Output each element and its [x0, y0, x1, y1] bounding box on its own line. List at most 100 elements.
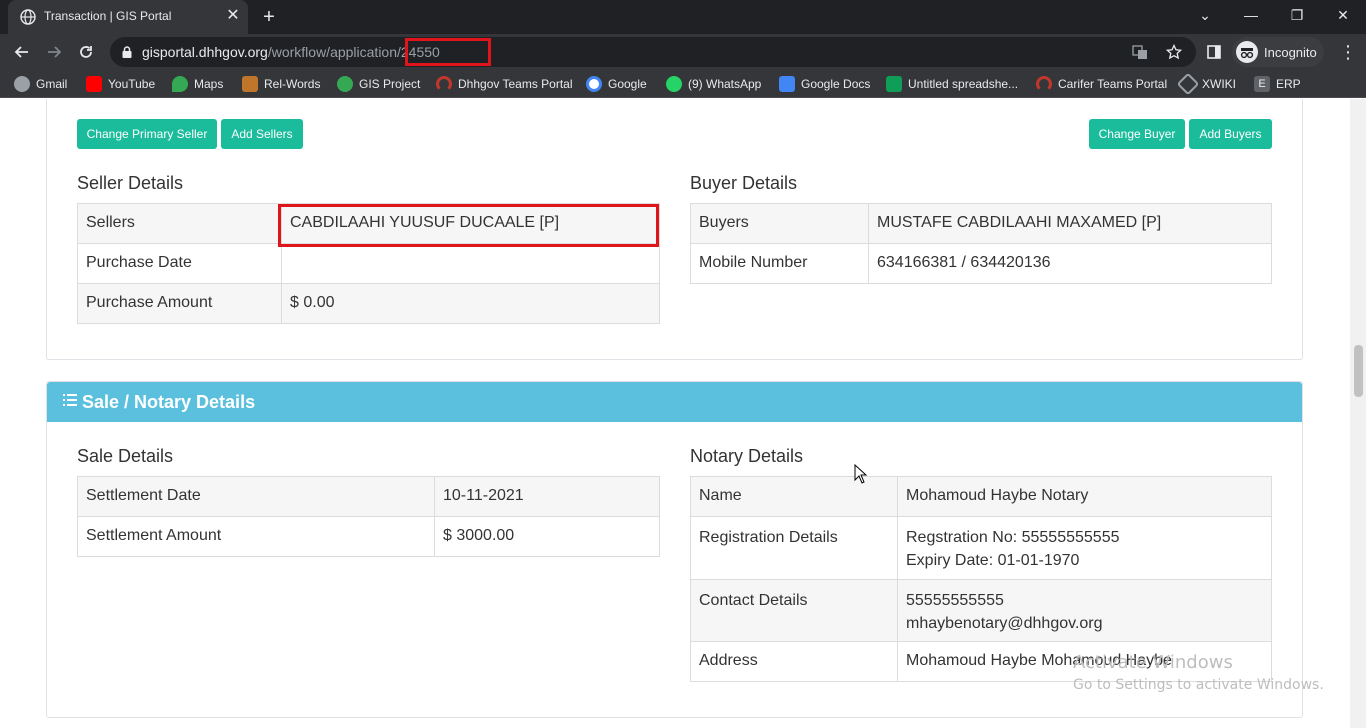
change-buyer-button[interactable]: Change Buyer	[1089, 119, 1185, 149]
table-row: Mobile Number 634166381 / 634420136	[690, 243, 1272, 284]
bookmark-google-docs[interactable]: Google Docs	[779, 76, 870, 92]
sale-details-title: Sale Details	[77, 446, 174, 466]
buyer-value-mobile: 634166381 / 634420136	[868, 243, 1272, 284]
notary-email: mhaybenotary@dhhgov.org	[906, 615, 1103, 632]
add-sellers-button[interactable]: Add Sellers	[221, 119, 303, 149]
tab-close-icon[interactable]: ✕	[224, 7, 242, 25]
rel-words-icon	[242, 76, 258, 92]
buyer-value-buyers: MUSTAFE CABDILAAHI MAXAMED [P]	[868, 203, 1272, 244]
browser-tab[interactable]: Transaction | GIS Portal ✕	[8, 0, 248, 34]
table-row: Settlement Amount $ 3000.00	[77, 516, 660, 557]
tab-strip: Transaction | GIS Portal ✕ + ⌄ — ❐ ✕	[0, 0, 1366, 34]
youtube-icon	[86, 76, 102, 92]
mouse-cursor-icon	[854, 464, 868, 484]
google-docs-icon	[779, 76, 795, 92]
bookmark-google[interactable]: Google	[586, 76, 647, 92]
arrow-right-icon	[48, 46, 62, 58]
seller-value-purchase-amount: $ 0.00	[281, 283, 660, 324]
minimize-button[interactable]: —	[1238, 4, 1264, 26]
side-panel-icon	[1207, 45, 1221, 59]
maps-icon	[172, 76, 188, 92]
bookmark-gmail[interactable]: Gmail	[14, 76, 67, 92]
side-panel-button[interactable]	[1202, 40, 1226, 64]
bookmark-erp[interactable]: E ERP	[1254, 76, 1301, 92]
arrow-left-icon	[14, 46, 28, 58]
notary-label-address: Address	[690, 641, 898, 682]
table-row: Settlement Date 10-11-2021	[77, 476, 660, 517]
table-row: Registration Details Regstration No: 555…	[690, 516, 1272, 580]
reload-button[interactable]	[74, 40, 98, 64]
forward-button[interactable]	[42, 40, 66, 64]
vertical-scrollbar[interactable]	[1350, 99, 1366, 728]
close-window-button[interactable]: ✕	[1330, 4, 1356, 26]
add-buyers-button[interactable]: Add Buyers	[1189, 119, 1272, 149]
bookmark-xwiki[interactable]: XWIKI	[1176, 72, 1236, 96]
seller-label-purchase-date: Purchase Date	[77, 243, 282, 284]
gis-project-icon	[337, 76, 353, 92]
bookmark-untitled-spreadsheet[interactable]: Untitled spreadshe...	[886, 76, 1018, 92]
sale-details-table: Settlement Date 10-11-2021 Settlement Am…	[77, 476, 660, 557]
browser-toolbar: gisportal.dhhgov.org/workflow/applicatio…	[0, 34, 1366, 70]
star-icon[interactable]	[1165, 43, 1183, 60]
notary-label-registration: Registration Details	[690, 516, 898, 580]
buyer-label-mobile: Mobile Number	[690, 243, 869, 284]
windows-activation-watermark: Activate Windows Go to Settings to activ…	[1073, 652, 1324, 693]
translate-icon[interactable]	[1132, 44, 1148, 60]
watermark-subtitle: Go to Settings to activate Windows.	[1073, 677, 1324, 693]
carifer-portal-icon	[1036, 76, 1052, 92]
back-button[interactable]	[10, 40, 34, 64]
buyer-label-buyers: Buyers	[690, 203, 869, 244]
bookmark-rel-words[interactable]: Rel-Words	[242, 76, 320, 92]
browser-menu-icon[interactable]: ⋮	[1336, 40, 1360, 64]
tab-search-button[interactable]: ⌄	[1192, 4, 1218, 26]
sale-notary-panel-title: Sale / Notary Details	[82, 392, 256, 412]
buyer-details-title: Buyer Details	[690, 173, 798, 193]
bookmark-maps[interactable]: Maps	[172, 76, 223, 92]
notary-details-title: Notary Details	[690, 446, 804, 466]
xwiki-icon	[1176, 72, 1200, 96]
notary-value-name: Mohamoud Haybe Notary	[897, 476, 1272, 517]
table-row: Purchase Amount $ 0.00	[77, 283, 660, 324]
google-sheets-icon	[886, 76, 902, 92]
lock-icon	[122, 46, 132, 58]
scrollbar-thumb[interactable]	[1354, 345, 1363, 397]
seller-label-purchase-amount: Purchase Amount	[77, 283, 282, 324]
seller-value-purchase-date	[281, 243, 660, 284]
bookmarks-bar: Gmail YouTube Maps Rel-Words GIS Project…	[0, 70, 1366, 98]
notary-expiry-date: Expiry Date: 01-01-1970	[906, 552, 1080, 569]
list-icon	[63, 394, 77, 406]
restore-button[interactable]: ❐	[1284, 4, 1310, 26]
table-row: Name Mohamoud Haybe Notary	[690, 476, 1272, 517]
google-icon	[586, 76, 602, 92]
whatsapp-icon	[666, 76, 682, 92]
watermark-title: Activate Windows	[1073, 652, 1233, 673]
bookmark-dhhgov-teams[interactable]: Dhhgov Teams Portal	[436, 76, 573, 92]
reload-icon	[80, 46, 92, 58]
seller-highlight-box	[278, 204, 659, 247]
table-row: Contact Details 55555555555 mhaybenotary…	[690, 579, 1272, 642]
bookmark-gis-project[interactable]: GIS Project	[337, 76, 420, 92]
url-host: gisportal.dhhgov.org	[142, 44, 268, 60]
bookmark-youtube[interactable]: YouTube	[86, 76, 155, 92]
incognito-profile-button[interactable]: Incognito	[1232, 37, 1324, 67]
bookmark-whatsapp[interactable]: (9) WhatsApp	[666, 76, 761, 92]
page-content: Change Primary Seller Add Sellers Change…	[0, 99, 1350, 728]
url-text: gisportal.dhhgov.org/workflow/applicatio…	[142, 44, 440, 60]
incognito-icon	[1236, 41, 1258, 63]
table-row: Buyers MUSTAFE CABDILAAHI MAXAMED [P]	[690, 203, 1272, 244]
parties-panel: Change Primary Seller Add Sellers Change…	[46, 99, 1303, 360]
new-tab-button[interactable]: +	[258, 6, 280, 28]
buyer-details-table: Buyers MUSTAFE CABDILAAHI MAXAMED [P] Mo…	[690, 203, 1272, 284]
sale-label-settlement-amount: Settlement Amount	[77, 516, 435, 557]
sale-label-settlement-date: Settlement Date	[77, 476, 435, 517]
notary-value-registration: Regstration No: 55555555555 Expiry Date:…	[897, 516, 1272, 580]
address-bar[interactable]: gisportal.dhhgov.org/workflow/applicatio…	[110, 37, 1196, 67]
table-row: Purchase Date	[77, 243, 660, 284]
change-primary-seller-button[interactable]: Change Primary Seller	[77, 119, 217, 149]
sale-value-settlement-amount: $ 3000.00	[434, 516, 660, 557]
notary-registration-number: Regstration No: 55555555555	[906, 529, 1120, 546]
tab-title: Transaction | GIS Portal	[44, 9, 172, 23]
seller-label-sellers: Sellers	[77, 203, 282, 244]
bookmark-carifer-teams[interactable]: Carifer Teams Portal	[1036, 76, 1167, 92]
notary-phone: 55555555555	[906, 592, 1004, 609]
